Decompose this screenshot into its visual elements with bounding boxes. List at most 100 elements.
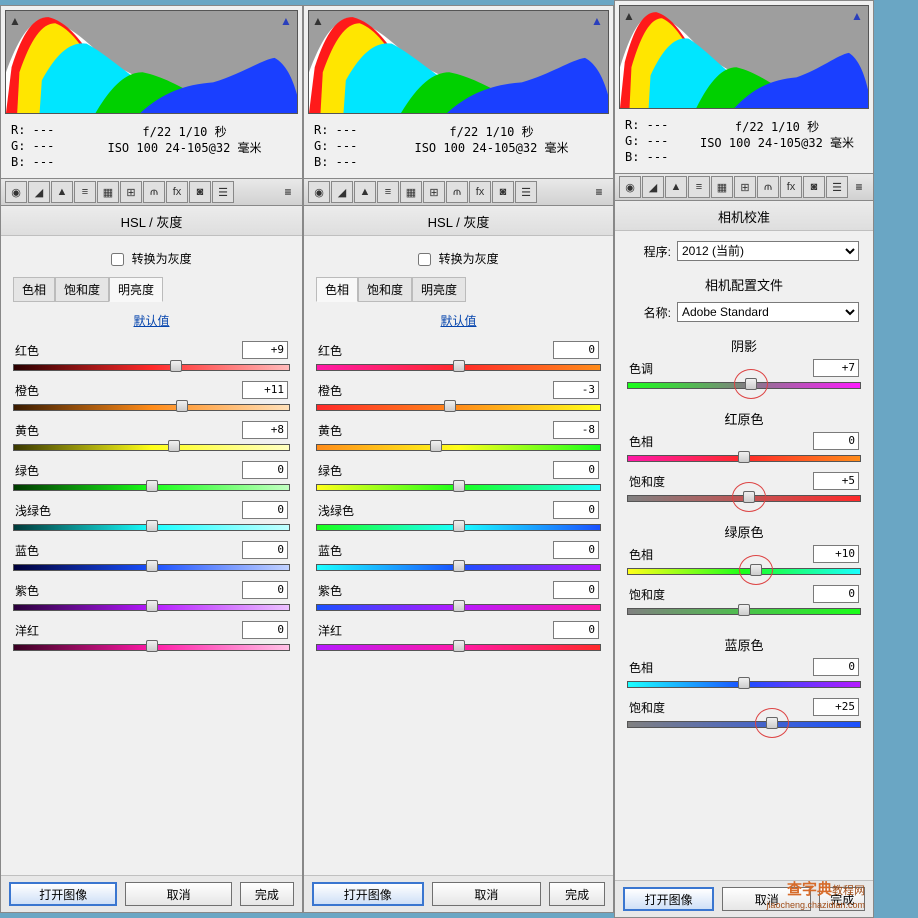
slider-thumb[interactable]	[176, 400, 188, 412]
tab-split-icon[interactable]: ▦	[97, 181, 119, 203]
slider-value-input[interactable]: 0	[553, 581, 599, 599]
tab-split-icon[interactable]: ▦	[400, 181, 422, 203]
slider-track[interactable]	[13, 601, 290, 613]
slider-thumb[interactable]	[738, 451, 750, 463]
default-link[interactable]: 默认值	[13, 308, 290, 341]
slider-thumb[interactable]	[453, 600, 465, 612]
slider-value-input[interactable]: 0	[553, 341, 599, 359]
slider-value-input[interactable]: 0	[553, 541, 599, 559]
tab-fx-icon[interactable]: ⫙	[143, 181, 165, 203]
convert-grayscale-checkbox[interactable]	[111, 253, 124, 266]
slider-track[interactable]	[13, 521, 290, 533]
tab-saturation[interactable]: 饱和度	[358, 277, 412, 302]
tab-hsl-icon[interactable]: ≡	[377, 181, 399, 203]
tab-presets-icon[interactable]: ☰	[826, 176, 848, 198]
slider-track[interactable]	[13, 441, 290, 453]
tab-lens-icon[interactable]: ⊞	[734, 176, 756, 198]
slider-thumb[interactable]	[146, 520, 158, 532]
tab-detail-icon[interactable]: ▲	[51, 181, 73, 203]
tab-basic-icon[interactable]: ◉	[619, 176, 641, 198]
slider-value-input[interactable]: 0	[242, 541, 288, 559]
tab-curve-icon[interactable]: ◢	[331, 181, 353, 203]
slider-track[interactable]	[316, 561, 601, 573]
slider-value-input[interactable]: 0	[553, 461, 599, 479]
slider-track[interactable]	[13, 401, 290, 413]
slider-value-input[interactable]: 0	[242, 621, 288, 639]
tab-camera-icon[interactable]: ◙	[803, 176, 825, 198]
slider-track[interactable]	[13, 361, 290, 373]
slider-thumb[interactable]	[453, 560, 465, 572]
slider-thumb[interactable]	[453, 360, 465, 372]
slider-track[interactable]	[13, 641, 290, 653]
slider-track[interactable]	[627, 452, 861, 464]
slider-value-input[interactable]: 0	[553, 501, 599, 519]
tab-hue[interactable]: 色相	[13, 277, 55, 302]
slider-track[interactable]	[316, 641, 601, 653]
slider-thumb[interactable]	[738, 677, 750, 689]
slider-track[interactable]	[13, 481, 290, 493]
slider-thumb[interactable]	[146, 640, 158, 652]
panel-menu-icon[interactable]: ≡	[278, 183, 298, 201]
slider-track[interactable]	[316, 481, 601, 493]
slider-value-input[interactable]: 0	[242, 501, 288, 519]
profile-name-select[interactable]: Adobe Standard	[677, 302, 859, 322]
slider-thumb[interactable]	[146, 480, 158, 492]
slider-value-input[interactable]: 0	[813, 658, 859, 676]
open-image-button[interactable]: 打开图像	[9, 882, 117, 906]
slider-track[interactable]	[627, 379, 861, 391]
slider-thumb[interactable]	[738, 604, 750, 616]
slider-thumb[interactable]	[750, 564, 762, 576]
cancel-button[interactable]: 取消	[432, 882, 542, 906]
tab-hsl-icon[interactable]: ≡	[74, 181, 96, 203]
slider-track[interactable]	[13, 561, 290, 573]
slider-thumb[interactable]	[743, 491, 755, 503]
panel-menu-icon[interactable]: ≡	[589, 183, 609, 201]
slider-thumb[interactable]	[430, 440, 442, 452]
slider-thumb[interactable]	[146, 600, 158, 612]
slider-value-input[interactable]: +5	[813, 472, 859, 490]
slider-thumb[interactable]	[444, 400, 456, 412]
slider-value-input[interactable]: -3	[553, 381, 599, 399]
process-select[interactable]: 2012 (当前)	[677, 241, 859, 261]
slider-track[interactable]	[627, 565, 861, 577]
tab-basic-icon[interactable]: ◉	[5, 181, 27, 203]
panel-menu-icon[interactable]: ≡	[849, 178, 869, 196]
slider-thumb[interactable]	[168, 440, 180, 452]
slider-value-input[interactable]: +11	[242, 381, 288, 399]
slider-track[interactable]	[627, 605, 861, 617]
convert-grayscale-checkbox[interactable]	[418, 253, 431, 266]
slider-value-input[interactable]: 0	[242, 581, 288, 599]
slider-value-input[interactable]: -8	[553, 421, 599, 439]
slider-track[interactable]	[627, 678, 861, 690]
default-link[interactable]: 默认值	[316, 308, 601, 341]
slider-value-input[interactable]: +9	[242, 341, 288, 359]
slider-track[interactable]	[316, 401, 601, 413]
slider-track[interactable]	[316, 441, 601, 453]
slider-thumb[interactable]	[453, 520, 465, 532]
tab-fx-icon[interactable]: ⫙	[757, 176, 779, 198]
cancel-button[interactable]: 取消	[125, 882, 231, 906]
slider-thumb[interactable]	[146, 560, 158, 572]
slider-track[interactable]	[316, 521, 601, 533]
done-button[interactable]: 完成	[240, 882, 294, 906]
tab-fx2-icon[interactable]: fx	[166, 181, 188, 203]
tab-saturation[interactable]: 饱和度	[55, 277, 109, 302]
slider-track[interactable]	[316, 601, 601, 613]
tab-split-icon[interactable]: ▦	[711, 176, 733, 198]
tab-presets-icon[interactable]: ☰	[212, 181, 234, 203]
tab-fx2-icon[interactable]: fx	[469, 181, 491, 203]
slider-thumb[interactable]	[170, 360, 182, 372]
slider-thumb[interactable]	[453, 640, 465, 652]
slider-value-input[interactable]: 0	[813, 585, 859, 603]
tab-basic-icon[interactable]: ◉	[308, 181, 330, 203]
tab-camera-icon[interactable]: ◙	[492, 181, 514, 203]
slider-thumb[interactable]	[766, 717, 778, 729]
slider-track[interactable]	[627, 718, 861, 730]
slider-track[interactable]	[316, 361, 601, 373]
slider-value-input[interactable]: 0	[813, 432, 859, 450]
tab-luminance[interactable]: 明亮度	[109, 277, 163, 302]
tab-presets-icon[interactable]: ☰	[515, 181, 537, 203]
open-image-button[interactable]: 打开图像	[312, 882, 424, 906]
slider-value-input[interactable]: +10	[813, 545, 859, 563]
tab-luminance[interactable]: 明亮度	[412, 277, 466, 302]
